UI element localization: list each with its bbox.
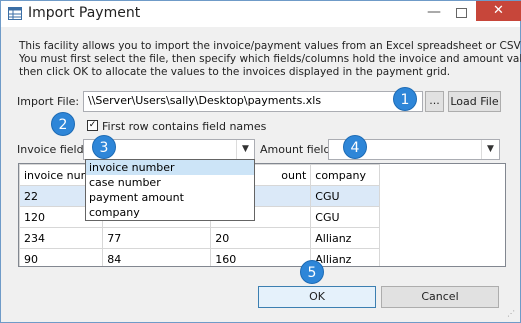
chevron-down-icon[interactable]: ▼ bbox=[481, 140, 499, 159]
description-line: You must first select the file, then spe… bbox=[19, 53, 521, 65]
amount-field-label: Amount field: bbox=[260, 143, 335, 156]
grid-cell[interactable]: 20 bbox=[210, 227, 312, 249]
browse-button[interactable]: ... bbox=[425, 91, 444, 112]
maximize-button[interactable] bbox=[456, 8, 467, 18]
dropdown-option[interactable]: company bbox=[86, 205, 254, 220]
dropdown-option[interactable]: invoice number bbox=[86, 160, 254, 175]
table-row[interactable]: 234 77 20 Allianz bbox=[19, 227, 381, 249]
app-table-icon bbox=[8, 7, 22, 20]
grid-cell[interactable]: CGU bbox=[310, 206, 381, 228]
window-title: Import Payment bbox=[28, 5, 141, 21]
step-badge-3: 3 bbox=[92, 135, 116, 159]
resize-grip-icon[interactable]: ⋰ bbox=[507, 309, 517, 319]
step-badge-5: 5 bbox=[300, 260, 324, 284]
step-badge-2: 2 bbox=[51, 112, 75, 136]
invoice-field-label: Invoice field: bbox=[17, 143, 88, 156]
import-payment-dialog: Import Payment — ✕ This facility allows … bbox=[0, 0, 521, 323]
minimize-button[interactable]: — bbox=[425, 5, 443, 20]
first-row-checkbox[interactable]: ✓ bbox=[87, 120, 98, 131]
grid-cell[interactable]: 160 bbox=[210, 248, 312, 266]
table-row[interactable]: 90 84 160 Allianz bbox=[19, 248, 381, 266]
close-button[interactable]: ✕ bbox=[476, 1, 521, 21]
step-badge-1: 1 bbox=[393, 87, 417, 111]
ok-button[interactable]: OK bbox=[258, 286, 376, 308]
grid-cell[interactable]: 234 bbox=[19, 227, 104, 249]
chevron-down-icon[interactable]: ▼ bbox=[236, 140, 254, 159]
description-line: This facility allows you to import the i… bbox=[19, 40, 521, 52]
title-bar[interactable]: Import Payment — ✕ bbox=[1, 1, 521, 27]
grid-cell[interactable]: 84 bbox=[102, 248, 212, 266]
step-badge-4: 4 bbox=[343, 135, 367, 159]
grid-cell[interactable]: 77 bbox=[102, 227, 212, 249]
grid-cell[interactable]: CGU bbox=[310, 185, 381, 207]
dropdown-option[interactable]: case number bbox=[86, 175, 254, 190]
dropdown-option[interactable]: payment amount bbox=[86, 190, 254, 205]
import-file-input[interactable]: \\Server\Users\sally\Desktop\payments.xl… bbox=[83, 91, 423, 112]
import-file-label: Import File: bbox=[17, 95, 80, 108]
grid-cell[interactable]: Allianz bbox=[310, 227, 381, 249]
cancel-button[interactable]: Cancel bbox=[381, 286, 499, 308]
column-header[interactable]: company bbox=[310, 164, 381, 186]
first-row-label: First row contains field names bbox=[102, 120, 267, 133]
grid-cell[interactable]: 90 bbox=[19, 248, 104, 266]
invoice-field-dropdown[interactable]: invoice number case number payment amoun… bbox=[85, 159, 255, 221]
description-text: This facility allows you to import the i… bbox=[19, 40, 521, 79]
description-line: then click OK to allocate the values to … bbox=[19, 66, 451, 78]
load-file-button[interactable]: Load File bbox=[448, 91, 501, 112]
